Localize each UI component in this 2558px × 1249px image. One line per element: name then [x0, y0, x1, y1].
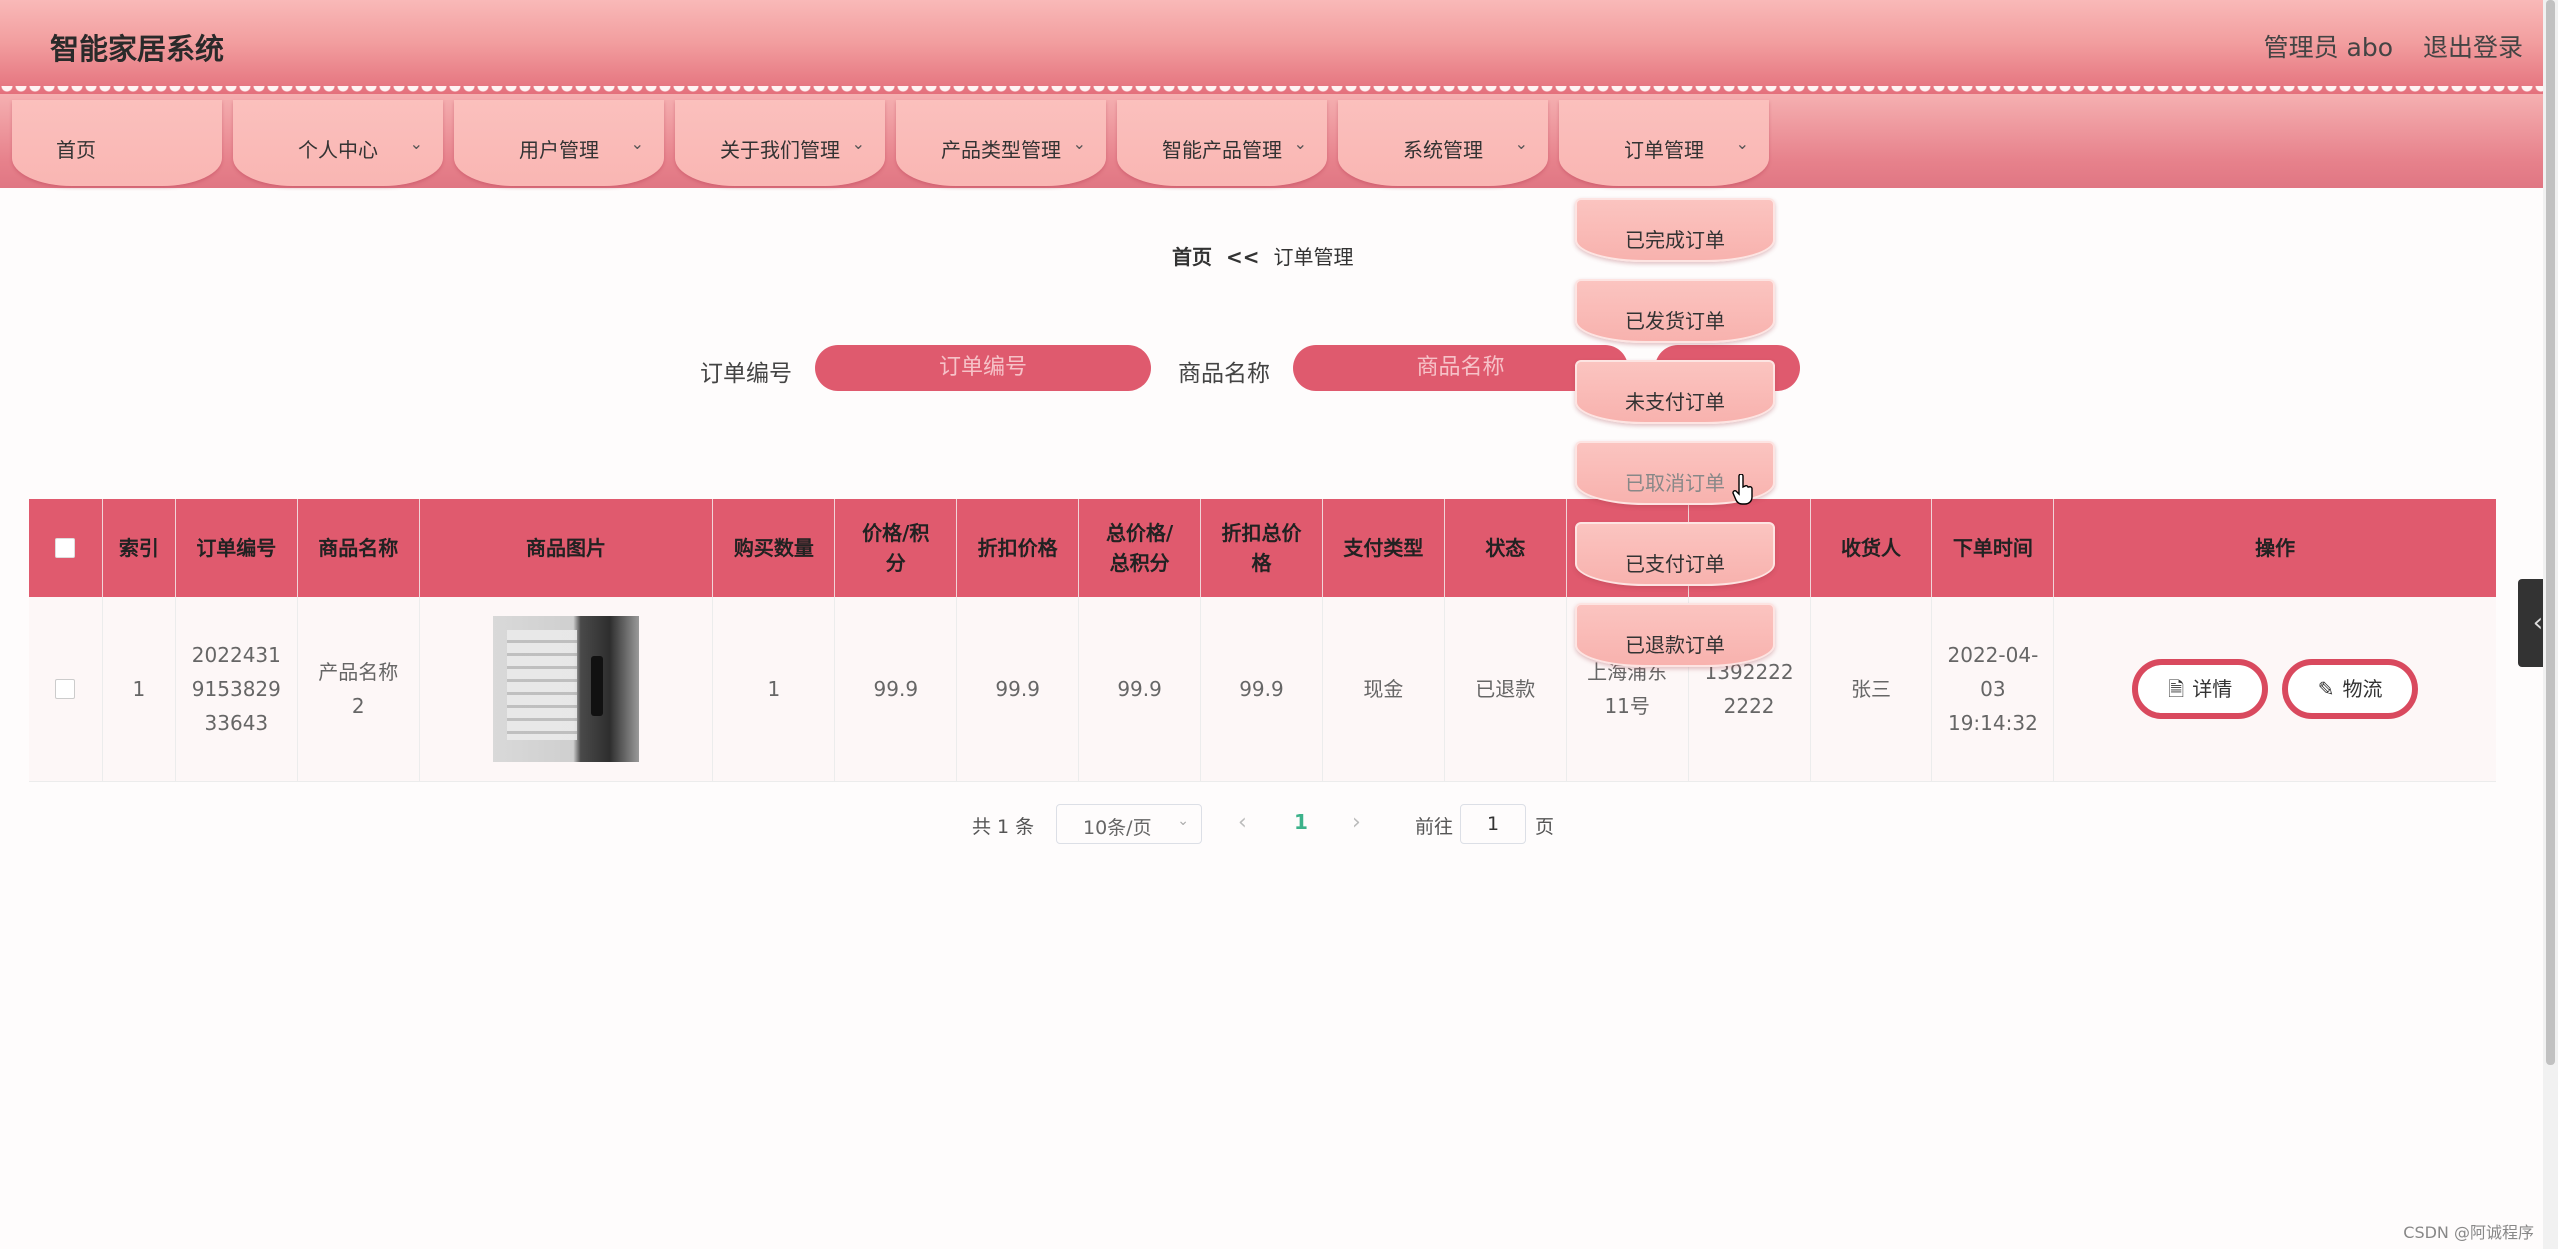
app-title: 智能家居系统: [50, 32, 225, 66]
goto-label: 前往: [1415, 816, 1454, 838]
col-header: 收货人: [1811, 499, 1933, 597]
chevron-down-icon: ⌄: [1293, 134, 1307, 153]
admin-user-label: 管理员 abo: [2263, 33, 2393, 62]
edit-pen-icon: ✎: [2317, 677, 2335, 701]
nav-order-management[interactable]: 订单管理 ⌄: [1559, 100, 1769, 186]
prev-page-icon[interactable]: ‹: [1238, 810, 1247, 835]
chevron-down-icon: ⌄: [630, 134, 644, 153]
logout-link[interactable]: 退出登录: [2423, 28, 2523, 64]
page-jump-input[interactable]: 1: [1460, 804, 1526, 844]
select-all-checkbox[interactable]: [55, 538, 76, 558]
col-header: 折扣总价格: [1201, 499, 1323, 597]
col-header: 购买数量: [713, 499, 836, 597]
col-header: 商品名称: [298, 499, 420, 597]
col-header: 下单时间: [1932, 499, 2055, 597]
watermark: CSDN @阿诚程序: [2403, 1223, 2534, 1242]
breadcrumb-home[interactable]: 首页: [1172, 245, 1212, 269]
col-header: 总价格/总积分: [1079, 499, 1202, 597]
dropdown-refunded-orders[interactable]: 已退款订单: [1575, 603, 1775, 667]
col-header: 状态: [1445, 499, 1567, 597]
nav-user-management[interactable]: 用户管理 ⌄: [454, 100, 664, 186]
breadcrumb-current: 订单管理: [1273, 245, 1354, 269]
chevron-down-icon: ⌄: [1514, 134, 1528, 153]
col-header: 支付类型: [1323, 499, 1445, 597]
chevron-down-icon: ⌄: [1072, 134, 1086, 153]
cell-product-name: 产品名称2: [298, 597, 420, 781]
vertical-scrollbar[interactable]: [2543, 0, 2558, 1249]
detail-button-label: 详情: [2192, 677, 2233, 701]
cell-status: 已退款: [1445, 597, 1567, 781]
table-header-row: 索引 订单编号 商品名称 商品图片 购买数量 价格/积分 折扣价格 总价格/总积…: [29, 499, 2496, 597]
cell-order-no: 20224319153829 33643: [176, 597, 298, 781]
nav-home-label: 首页: [56, 138, 96, 162]
next-page-icon[interactable]: ›: [1352, 810, 1361, 835]
order-no-input[interactable]: 订单编号: [815, 345, 1151, 391]
select-all-cell: [29, 499, 103, 597]
table-row: 1 20224319153829 33643 产品名称2 1 99.9 99.9…: [29, 597, 2496, 782]
cell-product-image: [420, 597, 714, 781]
orders-table: 索引 订单编号 商品名称 商品图片 购买数量 价格/积分 折扣价格 总价格/总积…: [29, 499, 2496, 782]
logistics-button-label: 物流: [2342, 677, 2383, 701]
dropdown-completed-orders[interactable]: 已完成订单: [1575, 198, 1775, 262]
nav-smart-product-management[interactable]: 智能产品管理 ⌄: [1117, 100, 1327, 186]
page-size-value: 10条/页: [1083, 817, 1152, 839]
hand-pointer-icon: [1732, 474, 1753, 505]
top-header: 智能家居系统 管理员 abo 退出登录: [0, 0, 2543, 94]
row-checkbox[interactable]: [55, 679, 76, 699]
order-no-label: 订单编号: [700, 361, 792, 387]
product-thumbnail[interactable]: [493, 616, 640, 762]
pagination: 共 1 条 10条/页 ⌄ ‹ 1 › 前往 1 页: [0, 804, 2543, 844]
cell-discount-price: 99.9: [957, 597, 1080, 781]
chevron-down-icon: ⌄: [851, 134, 865, 153]
chevron-down-icon: ⌄: [409, 134, 423, 153]
page-size-select[interactable]: 10条/页 ⌄: [1056, 804, 1202, 844]
detail-button[interactable]: 🗎 详情: [2132, 659, 2269, 719]
col-header: 商品图片: [420, 499, 714, 597]
nav-personal-center[interactable]: 个人中心 ⌄: [233, 100, 443, 186]
col-header: 折扣价格: [957, 499, 1080, 597]
breadcrumb: 首页 << 订单管理: [1172, 241, 1354, 270]
product-name-label: 商品名称: [1178, 361, 1270, 387]
nav-about-management[interactable]: 关于我们管理 ⌄: [675, 100, 885, 186]
cell-total: 99.9: [1079, 597, 1202, 781]
document-icon: 🗎: [2168, 677, 2185, 701]
cell-receiver: 张三: [1811, 597, 1933, 781]
nav-system-management[interactable]: 系统管理 ⌄: [1338, 100, 1548, 186]
cell-discount-total: 99.9: [1201, 597, 1323, 781]
nav-home[interactable]: 首页: [12, 100, 222, 186]
pagination-total: 共 1 条: [972, 816, 1035, 838]
cell-order-time: 2022-04-03 19:14:32: [1932, 597, 2055, 781]
chevron-down-icon: ⌄: [1177, 813, 1189, 829]
chevron-left-icon: ‹: [2532, 608, 2544, 638]
cell-pay-type: 现金: [1323, 597, 1445, 781]
dropdown-unpaid-orders[interactable]: 未支付订单: [1575, 360, 1775, 424]
chevron-down-icon: ⌄: [1735, 134, 1749, 153]
cell-index: 1: [103, 597, 176, 781]
col-header: 价格/积分: [835, 499, 958, 597]
row-select-cell: [29, 597, 103, 781]
dropdown-shipped-orders[interactable]: 已发货订单: [1575, 279, 1775, 343]
logistics-button[interactable]: ✎ 物流: [2282, 659, 2419, 719]
scrollbar-thumb[interactable]: [2546, 0, 2555, 1065]
page-unit-label: 页: [1535, 816, 1555, 838]
col-header: 订单编号: [176, 499, 298, 597]
col-header: 操作: [2255, 536, 2296, 560]
cell-qty: 1: [713, 597, 836, 781]
dropdown-paid-orders[interactable]: 已支付订单: [1575, 522, 1775, 586]
nav-product-type-management[interactable]: 产品类型管理 ⌄: [896, 100, 1106, 186]
cell-actions: 🗎 详情 ✎ 物流: [2054, 597, 2496, 781]
breadcrumb-separator: <<: [1226, 245, 1260, 269]
main-nav: 首页 个人中心 ⌄ 用户管理 ⌄ 关于我们管理 ⌄ 产品类型管理 ⌄ 智能产品管…: [0, 94, 2543, 188]
current-page[interactable]: 1: [1294, 810, 1308, 834]
cell-price: 99.9: [835, 597, 958, 781]
col-header: 索引: [103, 499, 176, 597]
